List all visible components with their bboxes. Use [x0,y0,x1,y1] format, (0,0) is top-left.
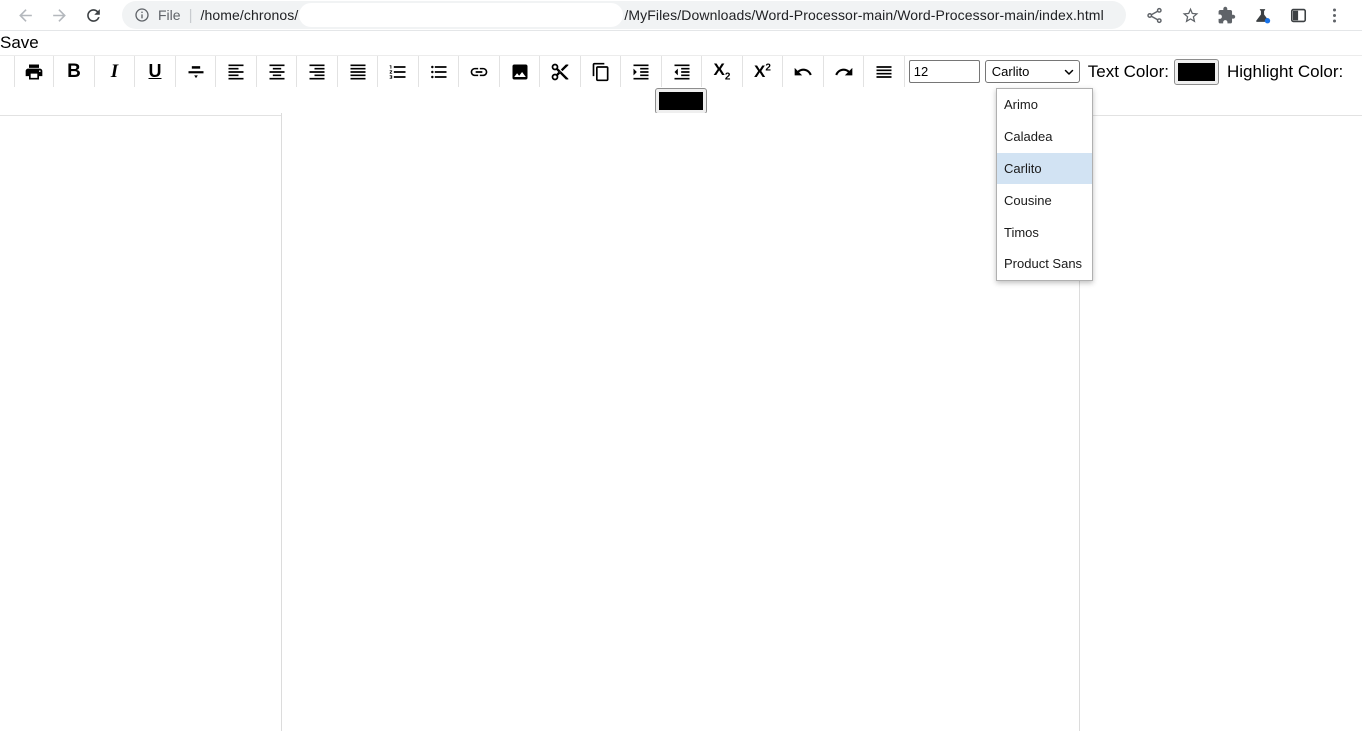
italic-button[interactable]: I [95,56,136,87]
font-option-arimo[interactable]: Arimo [997,89,1092,121]
extensions-button[interactable] [1213,2,1239,28]
back-arrow-icon [16,6,35,25]
url-text-prefix: /home/chronos/ [200,7,298,23]
browser-toolbar: File | /home/chronos/ /MyFiles/Downloads… [0,0,1362,31]
bookmark-button[interactable] [1177,2,1203,28]
strikethrough-button[interactable] [176,56,217,87]
bookmark-star-icon [1181,6,1200,25]
unordered-list-button[interactable] [419,56,460,87]
kebab-menu-icon [1325,6,1344,25]
printer-icon [24,62,44,82]
share-icon [1145,6,1164,25]
highlight-color-swatch[interactable] [655,88,707,114]
indent-button[interactable] [621,56,662,87]
font-option-carlito[interactable]: Carlito [997,153,1092,185]
browser-actions [1136,2,1352,28]
text-color-label: Text Color: [1088,62,1169,82]
cut-button[interactable] [540,56,581,87]
editor-toolbar: B I U X2 X2 [0,55,1362,116]
file-scheme-label: File [158,7,181,23]
address-bar[interactable]: File | /home/chronos/ /MyFiles/Downloads… [122,1,1126,29]
align-left-icon [226,62,246,82]
align-center-icon [267,62,287,82]
text-color-swatch[interactable] [1174,59,1219,85]
url-text-suffix: /MyFiles/Downloads/Word-Processor-main/W… [624,7,1103,23]
print-button[interactable] [14,56,55,87]
font-option-caladea[interactable]: Caladea [997,121,1092,153]
extensions-puzzle-icon [1217,6,1236,25]
reload-icon [84,6,103,25]
image-button[interactable] [500,56,541,87]
redo-icon [834,62,854,82]
underline-icon: U [149,61,162,82]
forward-button[interactable] [46,2,72,28]
flask-icon [1253,6,1272,25]
highlight-color-label: Highlight Color: [1227,62,1343,82]
ordered-list-button[interactable] [378,56,419,87]
split-screen-icon [1289,6,1308,25]
url-redaction-blob [299,3,623,27]
experiments-button[interactable] [1249,2,1275,28]
save-button[interactable]: Save [0,32,39,54]
horizontal-rule-icon [874,62,894,82]
outdent-button[interactable] [662,56,703,87]
horizontal-rule-button[interactable] [864,56,905,87]
bold-button[interactable]: B [54,56,95,87]
browser-menu-button[interactable] [1321,2,1347,28]
subscript-icon: X2 [714,60,731,82]
font-option-product-sans[interactable]: Product Sans [997,248,1092,280]
info-icon[interactable] [134,7,150,23]
link-icon [469,62,489,82]
chevron-down-icon [1063,66,1075,78]
superscript-button[interactable]: X2 [743,56,784,87]
link-button[interactable] [459,56,500,87]
back-button[interactable] [12,2,38,28]
document-page[interactable] [281,113,1080,731]
text-color-value [1178,63,1215,81]
font-size-input[interactable] [909,60,980,83]
ordered-list-icon [388,62,408,82]
redo-button[interactable] [824,56,865,87]
split-screen-button[interactable] [1285,2,1311,28]
copy-icon [591,62,611,82]
font-dropdown: Arimo Caladea Carlito Cousine Timos Prod… [996,88,1093,281]
indent-increase-icon [631,62,651,82]
strikethrough-icon [186,62,206,82]
align-right-icon [307,62,327,82]
align-right-button[interactable] [297,56,338,87]
italic-icon: I [111,61,118,83]
align-center-button[interactable] [257,56,298,87]
font-family-select[interactable]: Carlito [985,60,1080,83]
font-family-selected-value: Carlito [992,64,1063,79]
share-button[interactable] [1141,2,1167,28]
indent-decrease-icon [672,62,692,82]
copy-button[interactable] [581,56,622,87]
justify-button[interactable] [338,56,379,87]
align-left-button[interactable] [216,56,257,87]
font-option-cousine[interactable]: Cousine [997,184,1092,216]
underline-button[interactable]: U [135,56,176,87]
highlight-color-value [659,92,703,110]
scheme-divider: | [189,7,193,24]
superscript-icon: X2 [754,62,771,82]
undo-icon [793,62,813,82]
justify-icon [348,62,368,82]
scissors-icon [550,62,570,82]
reload-button[interactable] [80,2,106,28]
subscript-button[interactable]: X2 [702,56,743,87]
unordered-list-icon [429,62,449,82]
image-icon [510,62,530,82]
forward-arrow-icon [50,6,69,25]
bold-icon: B [67,61,81,83]
undo-button[interactable] [783,56,824,87]
font-option-timos[interactable]: Timos [997,216,1092,248]
save-row: Save [0,31,1362,55]
